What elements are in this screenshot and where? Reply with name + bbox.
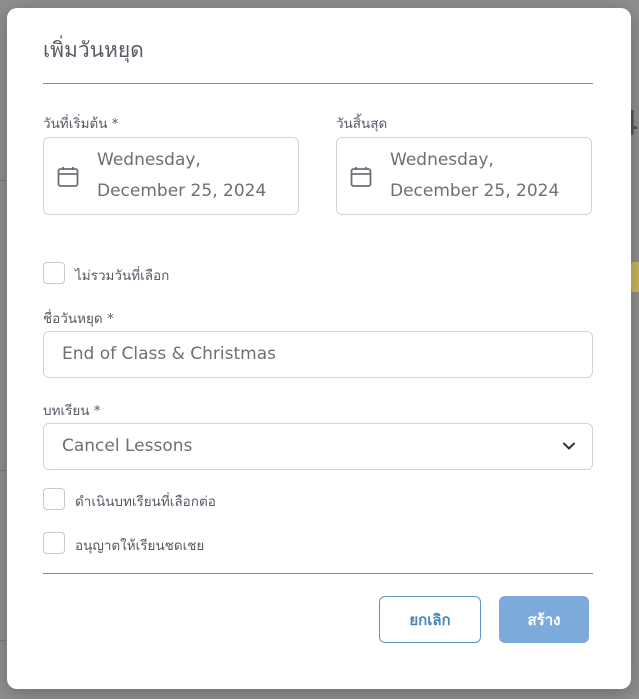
- start-date-weekday: Wednesday,: [97, 150, 201, 170]
- footer-divider: [43, 573, 593, 574]
- holiday-name-label: ชื่อวันหยุด *: [43, 311, 114, 327]
- background-divider: [0, 180, 6, 181]
- start-date-picker[interactable]: Wednesday, December 25, 2024: [43, 137, 299, 215]
- cancel-button[interactable]: ยกเลิก: [379, 596, 481, 643]
- lessons-label: บทเรียน *: [43, 403, 101, 419]
- background-divider: [0, 470, 6, 471]
- continue-lessons-checkbox[interactable]: [43, 488, 65, 510]
- add-holiday-dialog: เพิ่มวันหยุด วันที่เริ่มต้น * Wednesday,…: [7, 8, 631, 689]
- end-date-label: วันสิ้นสุด: [336, 116, 388, 132]
- end-date-picker[interactable]: Wednesday, December 25, 2024: [336, 137, 592, 215]
- calendar-icon: [350, 167, 372, 187]
- allow-makeup-checkbox[interactable]: [43, 532, 65, 554]
- start-date-label: วันที่เริ่มต้น *: [43, 116, 119, 132]
- continue-lessons-label: ดำเนินบทเรียนที่เลือกต่อ: [75, 494, 216, 510]
- end-date-value: December 25, 2024: [390, 181, 560, 201]
- lessons-select[interactable]: Cancel Lessons: [43, 423, 593, 470]
- create-button[interactable]: สร้าง: [499, 596, 589, 643]
- allow-makeup-label: อนุญาตให้เรียนชดเชย: [75, 538, 205, 554]
- chevron-down-icon: [563, 442, 575, 450]
- start-date-value: December 25, 2024: [97, 181, 267, 201]
- end-date-weekday: Wednesday,: [390, 150, 494, 170]
- background-tag: [630, 262, 639, 292]
- lessons-selected-value: Cancel Lessons: [62, 436, 193, 456]
- header-divider: [43, 83, 593, 84]
- dialog-title: เพิ่มวันหยุด: [43, 38, 144, 62]
- holiday-name-input[interactable]: End of Class & Christmas: [43, 331, 593, 378]
- exclude-selected-days-label: ไม่รวมวันที่เลือก: [75, 268, 170, 284]
- background-divider: [0, 640, 6, 641]
- calendar-icon: [57, 167, 79, 187]
- exclude-selected-days-checkbox[interactable]: [43, 262, 65, 284]
